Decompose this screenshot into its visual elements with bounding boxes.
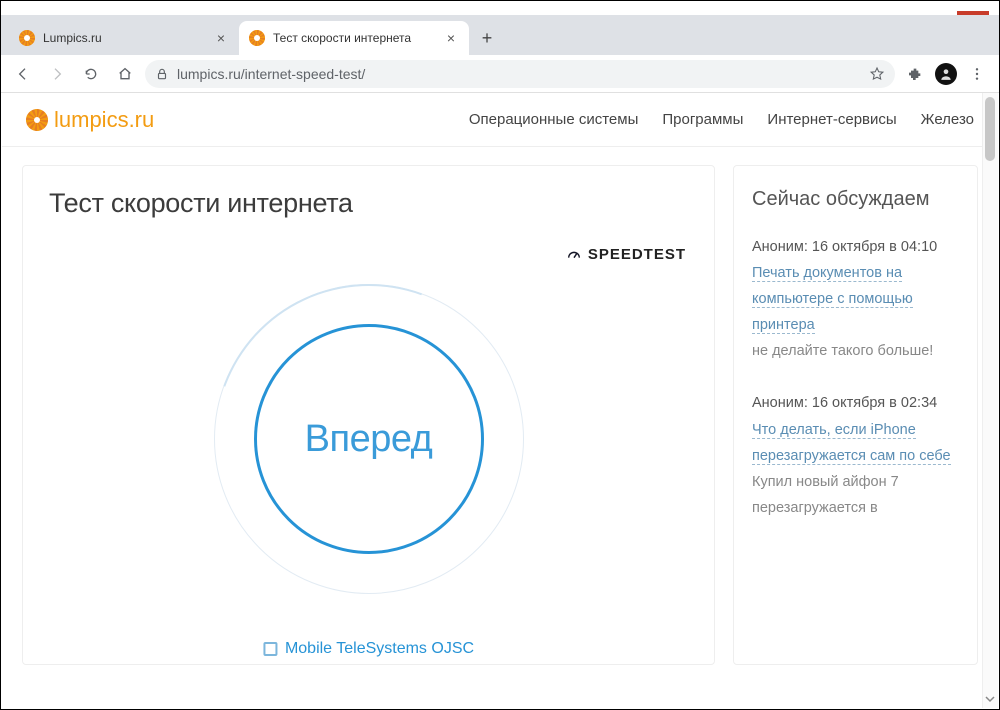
home-icon [117, 66, 133, 82]
extensions-button[interactable] [901, 60, 929, 88]
sidebar: Сейчас обсуждаем Аноним: 16 октября в 04… [733, 165, 978, 665]
scroll-down-icon[interactable] [985, 694, 995, 704]
scroll-thumb[interactable] [985, 97, 995, 161]
kebab-icon [969, 66, 985, 82]
discussion-item: Аноним: 16 октября в 04:10 Печать докуме… [752, 234, 959, 364]
page-viewport: lumpics.ru Операционные системы Программ… [2, 93, 998, 708]
address-bar[interactable]: lumpics.ru/internet-speed-test/ [145, 60, 895, 88]
gauge-wrap: Вперед [49, 259, 688, 619]
isp-info[interactable]: Mobile TeleSystems OJSC [263, 640, 474, 658]
tab-close-button[interactable]: × [213, 28, 229, 48]
discussion-meta: Аноним: 16 октября в 02:34 [752, 390, 959, 416]
nav-item-hardware[interactable]: Железо [921, 111, 974, 128]
profile-avatar[interactable] [935, 63, 957, 85]
reload-button[interactable] [77, 60, 105, 88]
url-text: lumpics.ru/internet-speed-test/ [177, 66, 365, 82]
page-scrollbar[interactable] [982, 93, 998, 708]
nav-item-programs[interactable]: Программы [662, 111, 743, 128]
browser-tab-1[interactable]: Тест скорости интернета × [239, 21, 469, 55]
tab-title: Тест скорости интернета [273, 31, 411, 45]
favicon-icon [249, 30, 265, 46]
nav-item-os[interactable]: Операционные системы [469, 111, 639, 128]
site-nav: Операционные системы Программы Интернет-… [469, 111, 974, 128]
home-button[interactable] [111, 60, 139, 88]
discussion-link[interactable]: Что делать, если iPhone перезагружается … [752, 422, 951, 465]
reload-icon [83, 66, 99, 82]
isp-icon [263, 642, 277, 656]
main-card: Тест скорости интернета SPEEDTEST Вперед… [22, 165, 715, 665]
discussion-link[interactable]: Печать документов на компьютере с помощь… [752, 265, 913, 334]
discussion-item: Аноним: 16 октября в 02:34 Что делать, е… [752, 390, 959, 520]
isp-name: Mobile TeleSystems OJSC [285, 640, 474, 658]
arrow-left-icon [15, 66, 31, 82]
browser-tabstrip: Lumpics.ru × Тест скорости интернета × + [1, 15, 999, 55]
discussion-comment: не делайте такого больше! [752, 338, 959, 364]
sidebar-title: Сейчас обсуждаем [752, 186, 959, 212]
discussion-comment: Купил новый айфон 7 перезагружается в [752, 469, 959, 521]
gauge-arc [163, 233, 575, 645]
back-button[interactable] [9, 60, 37, 88]
browser-menu-button[interactable] [963, 60, 991, 88]
browser-tab-0[interactable]: Lumpics.ru × [9, 21, 239, 55]
nav-item-internet[interactable]: Интернет-сервисы [767, 111, 896, 128]
page-title: Тест скорости интернета [49, 188, 688, 219]
discussion-meta: Аноним: 16 октября в 04:10 [752, 234, 959, 260]
arrow-right-icon [49, 66, 65, 82]
forward-button[interactable] [43, 60, 71, 88]
tab-title: Lumpics.ru [43, 31, 102, 45]
logo-icon [26, 109, 48, 131]
browser-toolbar: lumpics.ru/internet-speed-test/ [1, 55, 999, 93]
lock-icon [155, 67, 169, 81]
avatar-icon [939, 67, 953, 81]
logo-text: lumpics.ru [54, 107, 154, 133]
bookmark-star-icon[interactable] [869, 66, 885, 82]
site-header: lumpics.ru Операционные системы Программ… [2, 93, 998, 147]
puzzle-icon [907, 66, 923, 82]
site-logo[interactable]: lumpics.ru [26, 107, 154, 133]
new-tab-button[interactable]: + [473, 24, 501, 52]
tab-close-button[interactable]: × [443, 28, 459, 48]
favicon-icon [19, 30, 35, 46]
